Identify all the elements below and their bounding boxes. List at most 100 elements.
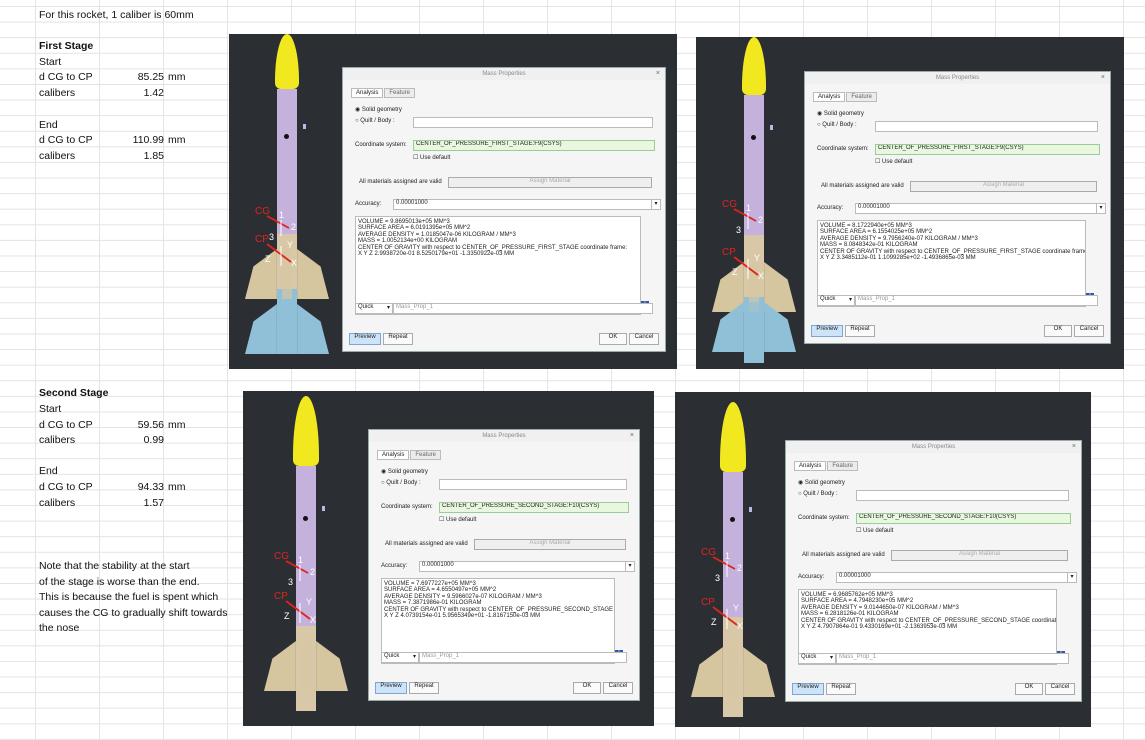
analysis-name-field[interactable]: Mass_Prop_1 [419, 652, 627, 663]
second-stage-title[interactable]: Second Stage [39, 386, 108, 400]
repeat-button[interactable]: Repeat [826, 683, 856, 695]
results-text[interactable]: VOLUME = 9.8695013e+05 MM^3 SURFACE AREA … [355, 216, 641, 315]
first-stage-start-cal-label[interactable]: calibers [39, 86, 75, 100]
second-stage-end-dcg-label[interactable]: d CG to CP [39, 480, 93, 494]
close-icon[interactable]: × [630, 430, 634, 442]
coord-system-field[interactable]: CENTER_OF_PRESSURE_FIRST_STAGE:F9(CSYS) [413, 140, 655, 151]
preview-button[interactable]: Preview [349, 333, 381, 345]
use-default-checkbox[interactable]: ☐ Use default [413, 154, 450, 161]
rocket-model: CG CP 1 2 3 Y Z X [706, 37, 806, 367]
coord-system-field[interactable]: CENTER_OF_PRESSURE_FIRST_STAGE:F9(CSYS) [875, 144, 1100, 155]
use-default-checkbox[interactable]: ☐ Use default [856, 527, 893, 534]
second-stage-start-label[interactable]: Start [39, 402, 61, 416]
accuracy-dropdown-icon[interactable]: ▾ [1096, 203, 1106, 214]
close-icon[interactable]: × [1101, 72, 1105, 84]
ok-button[interactable]: OK [573, 682, 601, 694]
radio-quilt-body[interactable]: ○ Quilt / Body : [355, 118, 395, 124]
sheet-header[interactable]: For this rocket, 1 caliber is 60mm [39, 8, 194, 22]
quick-dropdown[interactable]: Quick ▾ [798, 653, 836, 664]
second-stage-end-label[interactable]: End [39, 464, 58, 478]
first-stage-end-label[interactable]: End [39, 118, 58, 132]
cancel-button[interactable]: Cancel [603, 682, 633, 694]
accuracy-dropdown-icon[interactable]: ▾ [1067, 572, 1077, 583]
accuracy-field[interactable]: 0.00001000 [836, 572, 1069, 583]
radio-quilt-body[interactable]: ○ Quilt / Body : [381, 480, 421, 486]
coord-system-field[interactable]: CENTER_OF_PRESSURE_SECOND_STAGE:F10(CSYS… [856, 513, 1071, 524]
tab-analysis[interactable]: Analysis [813, 92, 846, 102]
repeat-button[interactable]: Repeat [409, 682, 439, 694]
first-stage-end-dcg-value[interactable]: 110.99 [104, 133, 164, 147]
second-stage-end-cal-value[interactable]: 1.57 [104, 496, 164, 510]
radio-solid-geometry[interactable]: ◉ Solid geometry [817, 110, 864, 117]
tab-analysis[interactable]: Analysis [794, 461, 827, 471]
second-stage-end-cal-label[interactable]: calibers [39, 496, 75, 510]
first-stage-start-dcg-label[interactable]: d CG to CP [39, 70, 93, 84]
assign-material-button[interactable]: Assign Material [474, 539, 626, 550]
coord-system-field[interactable]: CENTER_OF_PRESSURE_SECOND_STAGE:F10(CSYS… [439, 502, 629, 513]
use-default-checkbox[interactable]: ☐ Use default [875, 158, 912, 165]
analysis-name-field[interactable]: Mass_Prop_1 [393, 303, 653, 314]
tab-analysis[interactable]: Analysis [377, 450, 410, 460]
second-stage-start-dcg-unit[interactable]: mm [168, 418, 186, 432]
first-stage-title[interactable]: First Stage [39, 39, 93, 53]
second-stage-start-cal-label[interactable]: calibers [39, 433, 75, 447]
first-stage-start-cal-value[interactable]: 1.42 [104, 86, 164, 100]
close-icon[interactable]: × [656, 68, 660, 80]
second-stage-end-dcg-unit[interactable]: mm [168, 480, 186, 494]
first-stage-start-dcg-unit[interactable]: mm [168, 70, 186, 84]
second-stage-start-dcg-label[interactable]: d CG to CP [39, 418, 93, 432]
first-stage-end-cal-label[interactable]: calibers [39, 149, 75, 163]
second-stage-start-dcg-value[interactable]: 59.56 [104, 418, 164, 432]
radio-solid-geometry[interactable]: ◉ Solid geometry [798, 479, 845, 486]
assign-material-button[interactable]: Assign Material [448, 177, 652, 188]
radio-solid-geometry[interactable]: ◉ Solid geometry [355, 106, 402, 113]
cancel-button[interactable]: Cancel [629, 333, 659, 345]
repeat-button[interactable]: Repeat [845, 325, 875, 337]
quilt-body-field[interactable] [875, 121, 1098, 132]
preview-button[interactable]: Preview [792, 683, 824, 695]
first-stage-end-dcg-label[interactable]: d CG to CP [39, 133, 93, 147]
quick-dropdown[interactable]: Quick ▾ [381, 652, 419, 663]
analysis-name-field[interactable]: Mass_Prop_1 [855, 295, 1098, 306]
first-stage-start-label[interactable]: Start [39, 55, 61, 69]
close-icon[interactable]: × [1072, 441, 1076, 453]
radio-quilt-body[interactable]: ○ Quilt / Body : [798, 491, 838, 497]
results-text[interactable]: VOLUME = 8.1722940e+05 MM^3 SURFACE AREA … [817, 220, 1086, 307]
cancel-button[interactable]: Cancel [1045, 683, 1075, 695]
quick-dropdown[interactable]: Quick ▾ [355, 303, 393, 314]
ok-button[interactable]: OK [599, 333, 627, 345]
accuracy-field[interactable]: 0.00001000 [393, 199, 653, 210]
preview-button[interactable]: Preview [375, 682, 407, 694]
tab-feature[interactable]: Feature [827, 461, 859, 471]
quilt-body-field[interactable] [413, 117, 653, 128]
analysis-name-field[interactable]: Mass_Prop_1 [836, 653, 1069, 664]
use-default-checkbox[interactable]: ☐ Use default [439, 516, 476, 523]
quick-dropdown[interactable]: Quick ▾ [817, 295, 855, 306]
cancel-button[interactable]: Cancel [1074, 325, 1104, 337]
second-stage-end-dcg-value[interactable]: 94.33 [104, 480, 164, 494]
radio-solid-geometry[interactable]: ◉ Solid geometry [381, 468, 428, 475]
ok-button[interactable]: OK [1015, 683, 1043, 695]
tab-feature[interactable]: Feature [384, 88, 416, 98]
stability-note[interactable]: Note that the stability at the start of … [39, 559, 254, 637]
first-stage-end-cal-value[interactable]: 1.85 [104, 149, 164, 163]
first-stage-end-dcg-unit[interactable]: mm [168, 133, 186, 147]
first-stage-start-dcg-value[interactable]: 85.25 [104, 70, 164, 84]
tab-feature[interactable]: Feature [410, 450, 442, 460]
accuracy-field[interactable]: 0.00001000 [855, 203, 1098, 214]
second-stage-start-cal-value[interactable]: 0.99 [104, 433, 164, 447]
quilt-body-field[interactable] [439, 479, 627, 490]
assign-material-button[interactable]: Assign Material [910, 181, 1097, 192]
quilt-body-field[interactable] [856, 490, 1069, 501]
accuracy-dropdown-icon[interactable]: ▾ [625, 561, 635, 572]
radio-quilt-body[interactable]: ○ Quilt / Body : [817, 122, 857, 128]
ok-button[interactable]: OK [1044, 325, 1072, 337]
accuracy-field[interactable]: 0.00001000 [419, 561, 627, 572]
preview-button[interactable]: Preview [811, 325, 843, 337]
accuracy-dropdown-icon[interactable]: ▾ [651, 199, 661, 210]
repeat-button[interactable]: Repeat [383, 333, 413, 345]
tab-feature[interactable]: Feature [846, 92, 878, 102]
radio-solid-label: Solid geometry [361, 107, 402, 113]
assign-material-button[interactable]: Assign Material [891, 550, 1068, 561]
tab-analysis[interactable]: Analysis [351, 88, 384, 98]
